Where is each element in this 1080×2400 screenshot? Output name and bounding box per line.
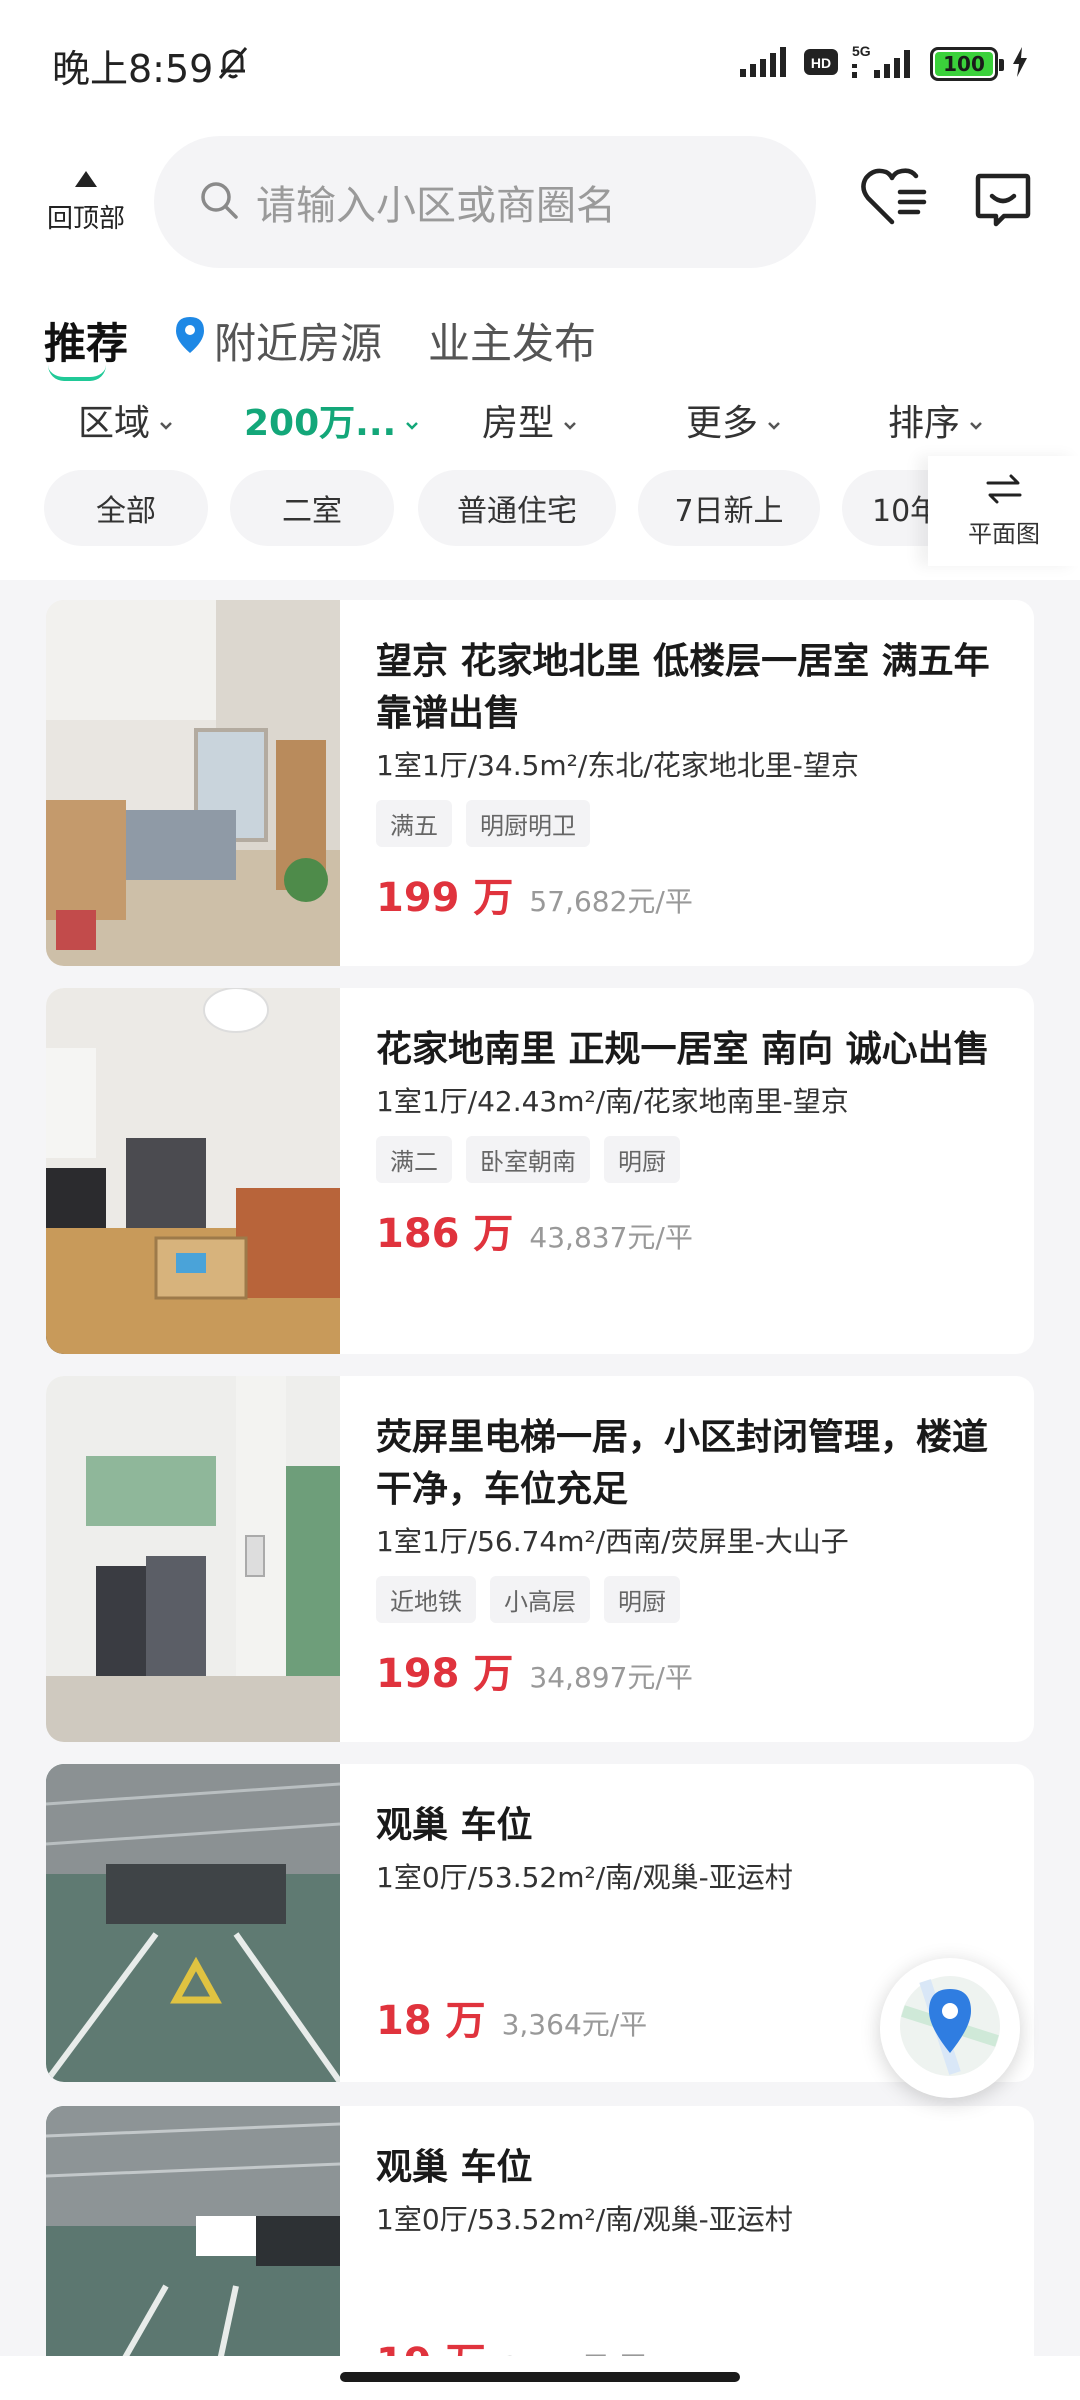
filter-sort[interactable]: 排序 xyxy=(888,394,984,446)
listing-card[interactable]: 荧屏里电梯一居，小区封闭管理，楼道干净，车位充足 1室1厅/56.74m²/西南… xyxy=(46,1376,1034,1742)
home-indicator[interactable] xyxy=(340,2372,740,2382)
listing-price: 198 万 xyxy=(376,1651,514,1697)
swap-arrows-icon xyxy=(986,474,1022,508)
listing-title: 花家地南里 正规一居室 南向 诚心出售 xyxy=(376,1029,990,1070)
listing-tag: 满二 xyxy=(376,1136,452,1183)
listing-price: 199 万 xyxy=(376,875,514,921)
chevron-down-icon xyxy=(158,400,174,441)
5g-signal-icon: 5G xyxy=(852,43,916,84)
listing-tags: 近地铁 小高层 明厨 xyxy=(376,1576,1004,1623)
listing-tag: 近地铁 xyxy=(376,1576,476,1623)
chevron-down-icon xyxy=(968,400,984,441)
listing-info: 1室1厅/42.43m²/南/花家地南里-望京 xyxy=(376,1085,849,1118)
tab-nearby[interactable]: 附近房源 xyxy=(174,310,382,371)
listing-card[interactable]: 望京 花家地北里 低楼层一居室 满五年 靠谱出售 1室1厅/34.5m²/东北/… xyxy=(46,600,1034,966)
message-icon[interactable] xyxy=(974,172,1032,234)
hd-icon: HD xyxy=(804,47,838,81)
listing-title: 观巢 车位 xyxy=(376,1805,533,1846)
listing-info: 1室1厅/56.74m²/西南/荧屏里-大山子 xyxy=(376,1525,849,1558)
listing-info: 1室0厅/53.52m²/南/观巢-亚运村 xyxy=(376,2203,793,2236)
quick-filter-chips: 全部 二室 普通住宅 7日新上 10年 xyxy=(0,470,1080,554)
listing-title: 望京 花家地北里 低楼层一居室 满五年 靠谱出售 xyxy=(376,641,990,734)
tab-recommended-label: 推荐 xyxy=(44,318,129,368)
listing-card[interactable]: 花家地南里 正规一居室 南向 诚心出售 1室1厅/42.43m²/南/花家地南里… xyxy=(46,988,1034,1354)
search-input[interactable]: 请输入小区或商圈名 xyxy=(154,136,816,268)
listing-tags: 满二 卧室朝南 明厨 xyxy=(376,1136,1004,1183)
map-view-button[interactable] xyxy=(880,1958,1020,2098)
listing-photo xyxy=(46,600,340,966)
filter-more-label: 更多 xyxy=(686,403,759,444)
listing-unit-price: 57,682元/平 xyxy=(529,885,693,918)
listing-info: 1室0厅/53.52m²/南/观巢-亚运村 xyxy=(376,1861,793,1894)
filter-layout[interactable]: 房型 xyxy=(482,394,578,446)
back-to-top-button[interactable]: 回顶部 xyxy=(44,170,128,235)
listing-unit-price: 43,837元/平 xyxy=(529,1221,693,1254)
floor-plan-button[interactable]: 平面图 xyxy=(928,456,1080,566)
status-time: 晚上8:59 xyxy=(52,47,214,91)
listing-tag: 卧室朝南 xyxy=(466,1136,590,1183)
chip-all[interactable]: 全部 xyxy=(44,470,208,546)
signal-icon xyxy=(740,47,790,81)
floor-plan-label: 平面图 xyxy=(968,519,1040,548)
listing-tag: 满五 xyxy=(376,800,452,847)
listing-unit-price: 34,897元/平 xyxy=(529,1661,693,1694)
search-icon xyxy=(198,179,240,225)
filter-layout-label: 房型 xyxy=(482,403,555,444)
tab-bar: 推荐 附近房源 业主发布 xyxy=(44,300,642,381)
listing-title: 观巢 车位 xyxy=(376,2147,533,2188)
tab-nearby-label: 附近房源 xyxy=(214,318,383,368)
top-bar: 回顶部 请输入小区或商圈名 xyxy=(0,126,1080,286)
chip-new-7-days[interactable]: 7日新上 xyxy=(638,470,820,546)
svg-text:5G: 5G xyxy=(852,44,871,59)
listing-tag: 小高层 xyxy=(490,1576,590,1623)
listing-photo xyxy=(46,988,340,1354)
listing-tags: 满五 明厨明卫 xyxy=(376,800,1004,847)
listing-tag: 明厨明卫 xyxy=(466,800,590,847)
listing-info: 1室1厅/34.5m²/东北/花家地北里-望京 xyxy=(376,749,859,782)
filter-sort-label: 排序 xyxy=(888,403,961,444)
status-indicators: HD 5G 100 xyxy=(740,43,1028,84)
triangle-up-icon xyxy=(74,170,98,192)
chip-standard-residence[interactable]: 普通住宅 xyxy=(418,470,616,546)
map-pin-icon xyxy=(895,1971,1005,2085)
listing-title: 荧屏里电梯一居，小区封闭管理，楼道干净，车位充足 xyxy=(376,1417,989,1510)
filter-area-label: 区域 xyxy=(78,403,151,444)
listing-tag: 明厨 xyxy=(604,1576,680,1623)
battery-icon: 100 xyxy=(930,47,1004,81)
listing-tag: 明厨 xyxy=(604,1136,680,1183)
listing-photo xyxy=(46,1376,340,1742)
filter-area[interactable]: 区域 xyxy=(78,394,174,446)
chip-two-bedroom[interactable]: 二室 xyxy=(230,470,394,546)
filter-price[interactable]: 200万... xyxy=(244,394,420,446)
bell-muted-icon xyxy=(214,44,252,86)
battery-level: 100 xyxy=(935,52,993,76)
tab-owner-posted[interactable]: 业主发布 xyxy=(428,310,596,371)
tab-owner-posted-label: 业主发布 xyxy=(428,318,597,368)
listing-price: 186 万 xyxy=(376,1211,514,1257)
filter-price-label: 200万... xyxy=(244,403,397,444)
filter-bar: 区域 200万... 房型 更多 排序 xyxy=(0,380,1080,460)
filter-more[interactable]: 更多 xyxy=(686,394,782,446)
listing-unit-price: 3,364元/平 xyxy=(501,2008,648,2041)
search-placeholder: 请输入小区或商圈名 xyxy=(256,183,616,229)
status-bar: 晚上8:59 HD 5G 100 xyxy=(0,0,1080,126)
chevron-down-icon xyxy=(766,400,782,441)
tab-recommended[interactable]: 推荐 xyxy=(44,310,129,381)
chevron-down-icon xyxy=(404,400,420,441)
favorites-heart-icon[interactable] xyxy=(860,166,928,232)
listing-photo xyxy=(46,1764,340,2082)
charging-icon xyxy=(1012,47,1028,81)
location-pin-icon xyxy=(174,315,206,365)
back-to-top-label: 回顶部 xyxy=(46,204,125,234)
listing-price: 18 万 xyxy=(376,1998,486,2044)
svg-text:HD: HD xyxy=(811,55,831,71)
chevron-down-icon xyxy=(562,400,578,441)
